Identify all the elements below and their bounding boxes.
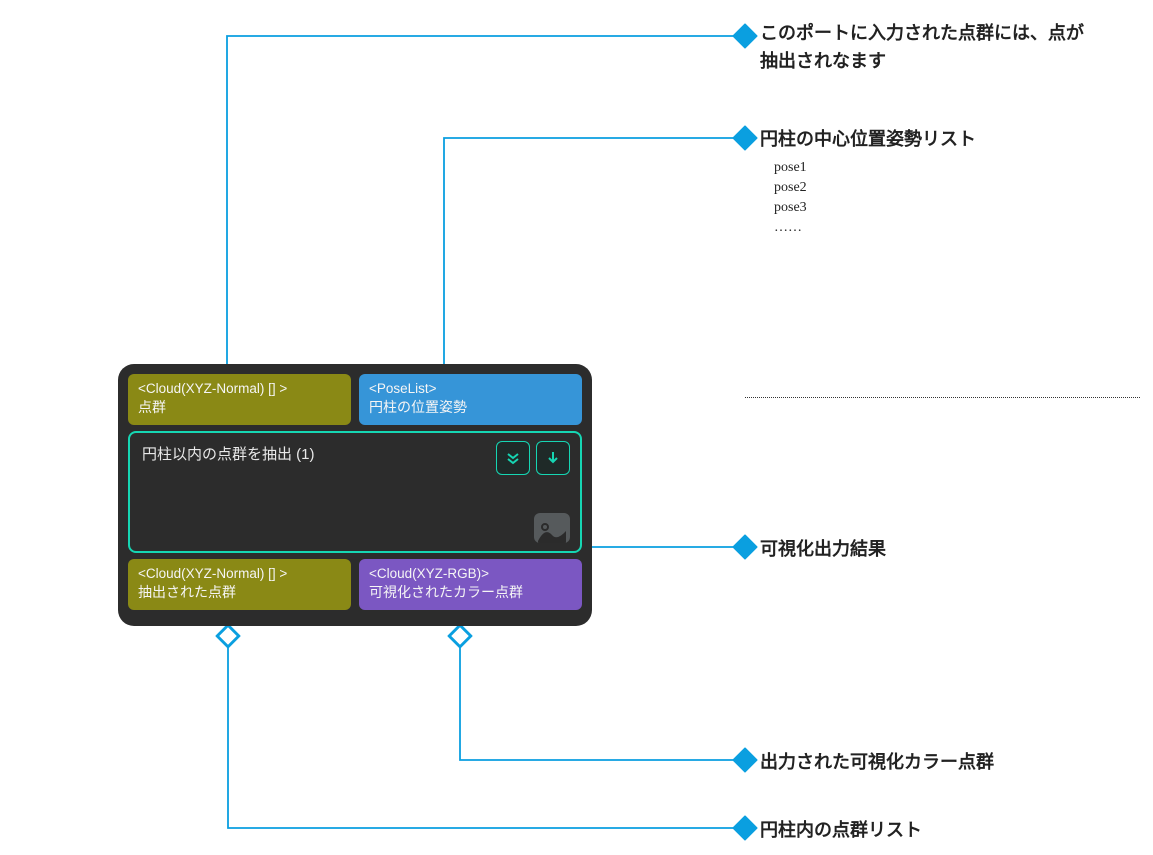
port-type: <Cloud(XYZ-Normal) [] > xyxy=(138,565,341,583)
output-port-row: <Cloud(XYZ-Normal) [] > 抽出された点群 <Cloud(X… xyxy=(128,559,582,610)
annotation-input-cloud: このポートに入力された点群には、点が抽出されなます xyxy=(760,20,1090,76)
annotation-viz-cloud: 出力された可視化カラー点群 xyxy=(760,749,994,777)
run-button[interactable] xyxy=(536,441,570,475)
port-type: <Cloud(XYZ-RGB)> xyxy=(369,565,572,583)
annotation-pose-list: 円柱の中心位置姿勢リスト xyxy=(760,126,976,154)
port-label: 円柱の位置姿勢 xyxy=(369,398,572,417)
chevrons-down-icon xyxy=(505,450,521,466)
annotation-divider xyxy=(745,397,1140,398)
port-label: 抽出された点群 xyxy=(138,583,341,602)
input-port-poselist[interactable]: <PoseList> 円柱の位置姿勢 xyxy=(359,374,582,425)
diagram-canvas: <Cloud(XYZ-Normal) [] > 点群 <PoseList> 円柱… xyxy=(0,0,1153,855)
annotation-pose-item: pose3 xyxy=(774,198,807,218)
annotation-pose-item: pose2 xyxy=(774,178,807,198)
output-port-colored[interactable]: <Cloud(XYZ-RGB)> 可視化されたカラー点群 xyxy=(359,559,582,610)
port-label: 可視化されたカラー点群 xyxy=(369,583,572,602)
port-type: <Cloud(XYZ-Normal) [] > xyxy=(138,380,341,398)
output-port-extracted[interactable]: <Cloud(XYZ-Normal) [] > 抽出された点群 xyxy=(128,559,351,610)
annotation-pose-item: …… xyxy=(774,218,802,238)
input-port-cloud[interactable]: <Cloud(XYZ-Normal) [] > 点群 xyxy=(128,374,351,425)
input-port-row: <Cloud(XYZ-Normal) [] > 点群 <PoseList> 円柱… xyxy=(128,374,582,425)
port-type: <PoseList> xyxy=(369,380,572,398)
node-body: 円柱以内の点群を抽出 (1) xyxy=(128,431,582,553)
annotation-inside-cloud: 円柱内の点群リスト xyxy=(760,817,922,845)
visualization-icon[interactable] xyxy=(534,513,570,543)
port-label: 点群 xyxy=(138,398,341,417)
operator-node[interactable]: <Cloud(XYZ-Normal) [] > 点群 <PoseList> 円柱… xyxy=(118,364,592,626)
expand-button[interactable] xyxy=(496,441,530,475)
annotation-viz-result: 可視化出力結果 xyxy=(760,536,886,564)
arrow-down-icon xyxy=(546,451,560,465)
annotation-pose-item: pose1 xyxy=(774,158,807,178)
image-icon xyxy=(537,521,567,543)
